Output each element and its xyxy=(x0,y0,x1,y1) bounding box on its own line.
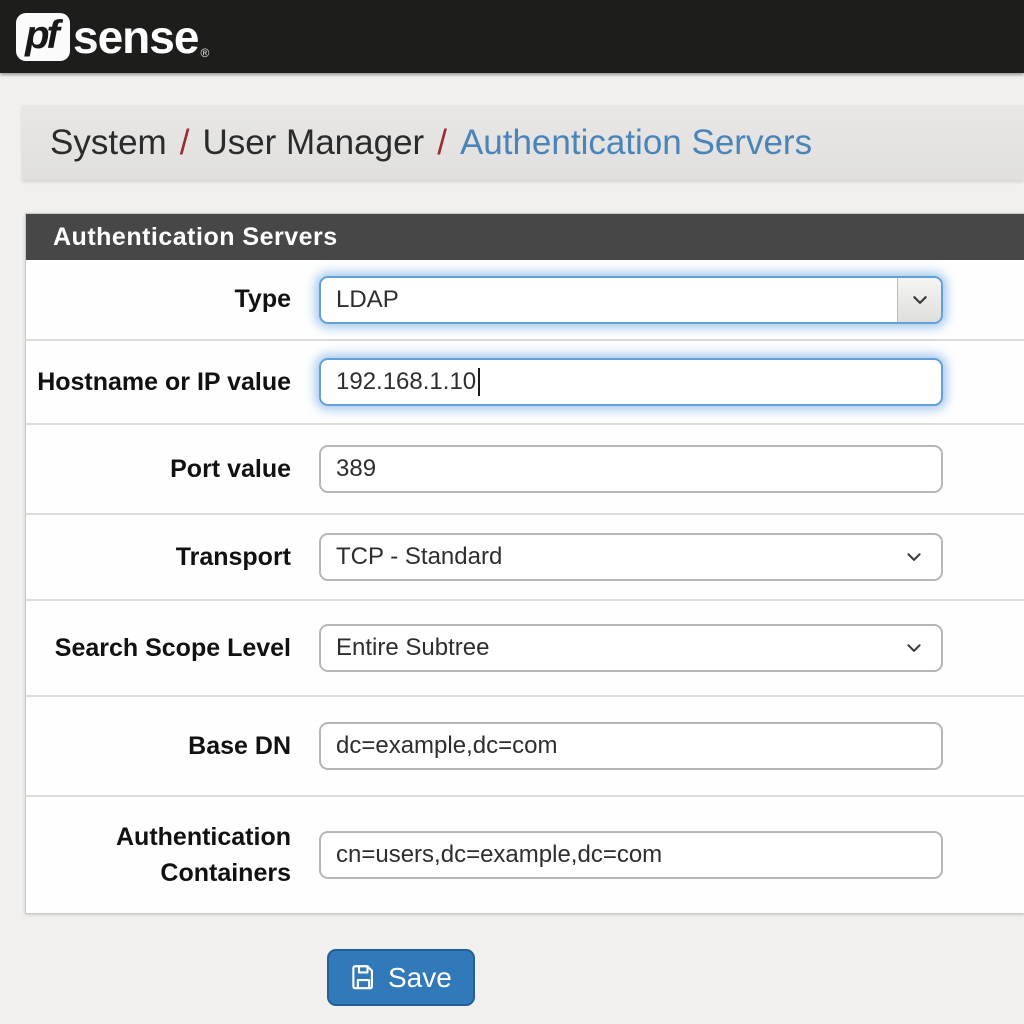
chevron-down-icon xyxy=(904,547,924,567)
search-scope-label: Search Scope Level xyxy=(26,630,291,666)
form-actions: Save xyxy=(327,949,1024,1006)
authentication-servers-panel: Authentication Servers Type LDAP Hostnam… xyxy=(25,213,1024,914)
hostname-label: Hostname or IP value xyxy=(26,364,291,400)
port-input[interactable]: 389 xyxy=(319,445,943,493)
form-row-hostname: Hostname or IP value 192.168.1.10 xyxy=(26,339,1024,423)
breadcrumb-authentication-servers[interactable]: Authentication Servers xyxy=(460,123,812,163)
text-cursor xyxy=(478,368,480,396)
save-icon xyxy=(350,964,377,991)
authentication-containers-input[interactable]: cn=users,dc=example,dc=com xyxy=(319,831,943,879)
form-row-authentication-containers: Authentication Containers cn=users,dc=ex… xyxy=(26,795,1024,913)
base-dn-input[interactable]: dc=example,dc=com xyxy=(319,722,943,770)
save-button[interactable]: Save xyxy=(327,949,475,1006)
authentication-containers-label: Authentication Containers xyxy=(26,819,291,892)
type-select[interactable]: LDAP xyxy=(319,276,943,324)
search-scope-select-value: Entire Subtree xyxy=(336,634,489,662)
transport-select[interactable]: TCP - Standard xyxy=(319,533,943,581)
panel-title: Authentication Servers xyxy=(26,214,1024,260)
port-label: Port value xyxy=(26,451,291,487)
pfsense-logo-sense: sense xyxy=(73,13,198,61)
chevron-down-icon xyxy=(904,638,924,658)
breadcrumb-user-manager[interactable]: User Manager xyxy=(202,123,424,163)
form-row-type: Type LDAP xyxy=(26,260,1024,339)
base-dn-input-value: dc=example,dc=com xyxy=(336,732,557,760)
hostname-input-value: 192.168.1.10 xyxy=(336,368,476,396)
pfsense-logo-pf: pf xyxy=(25,13,57,58)
breadcrumb-separator: / xyxy=(437,123,447,163)
breadcrumb: System / User Manager / Authentication S… xyxy=(22,105,1024,180)
type-select-value: LDAP xyxy=(336,286,399,314)
transport-select-value: TCP - Standard xyxy=(336,543,502,571)
top-navbar: pf sense ® xyxy=(0,0,1024,73)
form-row-base-dn: Base DN dc=example,dc=com xyxy=(26,695,1024,795)
pfsense-logo[interactable]: pf sense ® xyxy=(16,13,209,61)
pfsense-logo-tile: pf xyxy=(16,13,70,61)
port-input-value: 389 xyxy=(336,455,376,483)
hostname-input[interactable]: 192.168.1.10 xyxy=(319,358,943,406)
form-row-port: Port value 389 xyxy=(26,423,1024,513)
breadcrumb-separator: / xyxy=(180,123,190,163)
save-button-label: Save xyxy=(388,962,452,994)
search-scope-select[interactable]: Entire Subtree xyxy=(319,624,943,672)
chevron-down-icon xyxy=(897,278,941,322)
panel-title-text: Authentication Servers xyxy=(53,223,338,252)
form-row-transport: Transport TCP - Standard xyxy=(26,513,1024,599)
transport-label: Transport xyxy=(26,539,291,575)
breadcrumb-system[interactable]: System xyxy=(50,123,167,163)
registered-mark: ® xyxy=(200,45,209,61)
authentication-containers-input-value: cn=users,dc=example,dc=com xyxy=(336,841,662,869)
form-row-search-scope: Search Scope Level Entire Subtree xyxy=(26,599,1024,695)
base-dn-label: Base DN xyxy=(26,728,291,764)
type-label: Type xyxy=(26,281,291,317)
